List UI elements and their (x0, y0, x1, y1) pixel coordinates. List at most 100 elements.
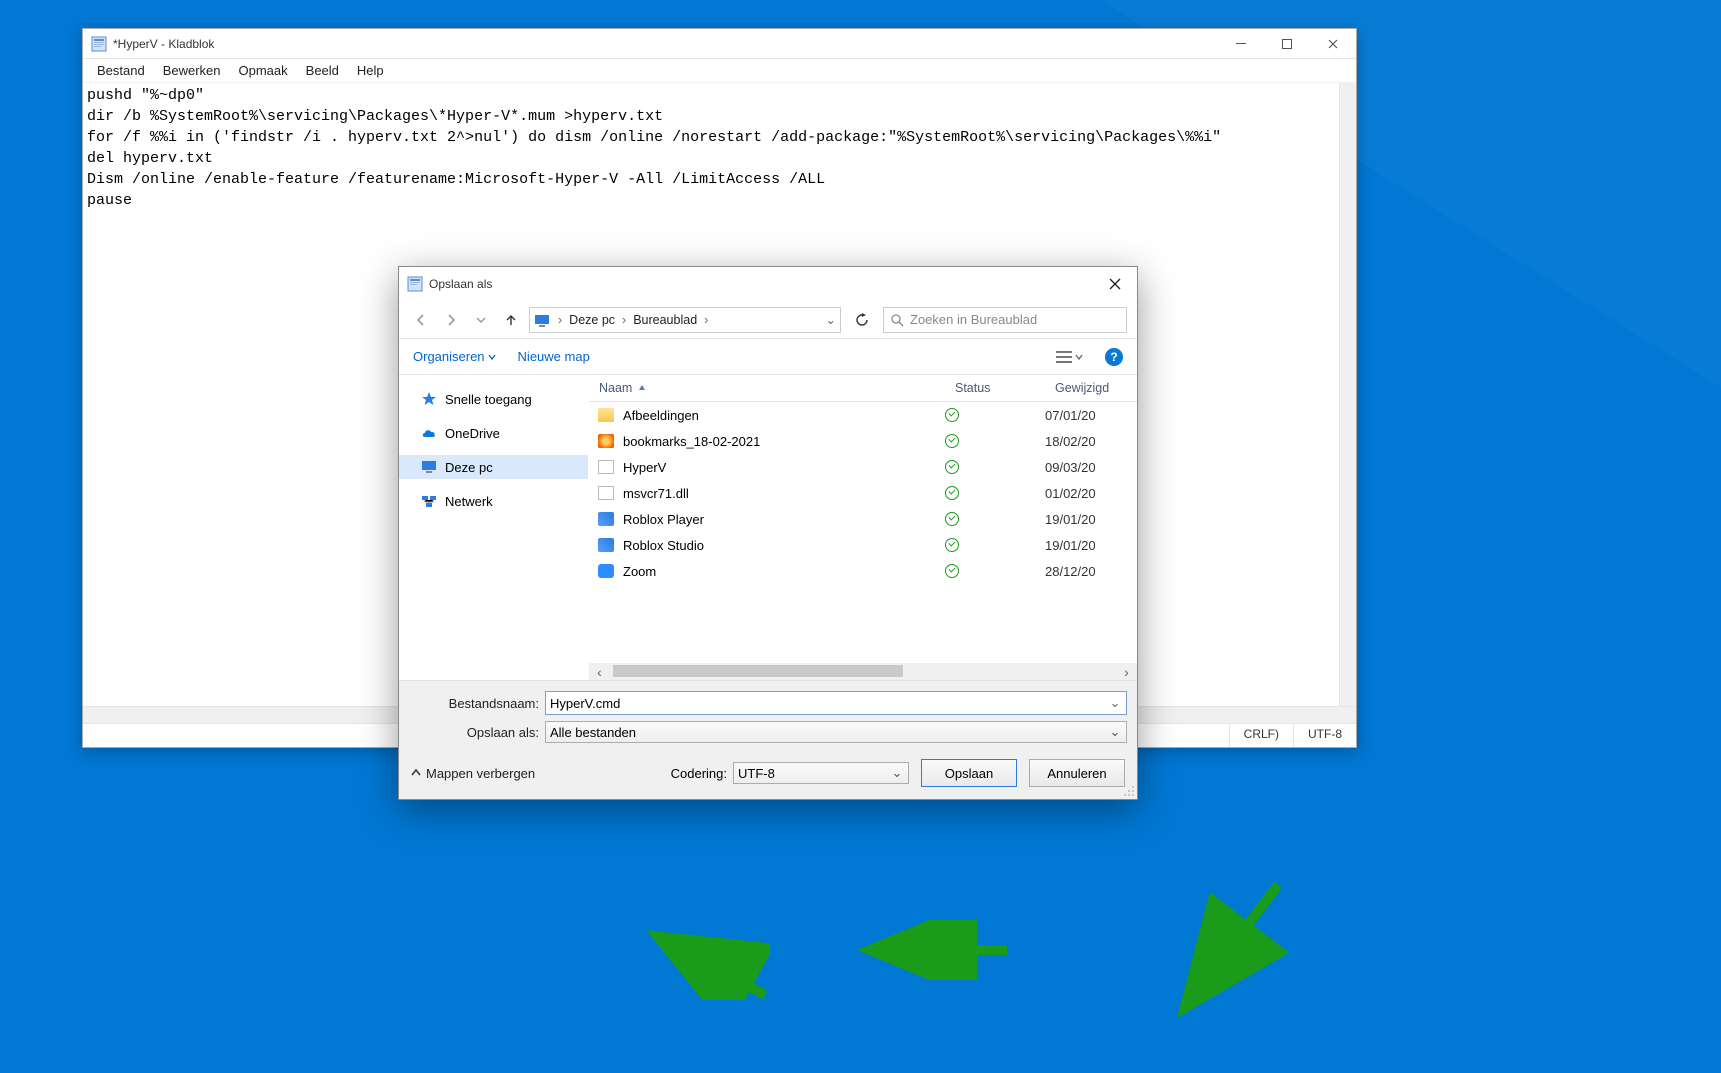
filename-input[interactable]: ⌄ (545, 691, 1127, 715)
status-encoding: UTF-8 (1293, 724, 1356, 747)
encoding-label: Codering: (671, 766, 727, 781)
file-row[interactable]: Afbeeldingen 07/01/20 (589, 402, 1137, 428)
chevron-right-icon[interactable]: › (554, 313, 566, 327)
chevron-down-icon[interactable]: ⌄ (822, 312, 840, 327)
hide-folders-button[interactable]: Mappen verbergen (411, 766, 535, 781)
chevron-right-icon[interactable]: › (618, 313, 630, 327)
file-name: bookmarks_18-02-2021 (623, 434, 945, 449)
file-date: 07/01/20 (1045, 408, 1137, 423)
sync-ok-icon (945, 538, 959, 552)
file-name: msvcr71.dll (623, 486, 945, 501)
file-date: 19/01/20 (1045, 512, 1137, 527)
sync-ok-icon (945, 486, 959, 500)
saveas-close-button[interactable] (1093, 267, 1137, 301)
notepad-titlebar[interactable]: *HyperV - Kladblok (83, 29, 1356, 59)
thispc-icon (421, 459, 437, 475)
saveas-titlebar[interactable]: Opslaan als (399, 267, 1137, 301)
star-icon (421, 391, 437, 407)
menu-file[interactable]: Bestand (89, 61, 153, 80)
file-status (945, 408, 1045, 422)
sync-ok-icon (945, 460, 959, 474)
col-name[interactable]: Naam (599, 381, 632, 395)
file-name: Roblox Player (623, 512, 945, 527)
refresh-button[interactable] (847, 307, 877, 333)
file-row[interactable]: Zoom28/12/20 (589, 558, 1137, 584)
chevron-down-icon: ⌄ (888, 763, 906, 783)
breadcrumb-desktop[interactable]: Bureaublad (630, 313, 700, 327)
close-button[interactable] (1310, 29, 1356, 59)
sync-ok-icon (945, 408, 959, 422)
nav-up-button[interactable] (499, 308, 523, 332)
file-row[interactable]: HyperV 09/03/20 (589, 454, 1137, 480)
file-row[interactable]: bookmarks_18-02-202118/02/20 (589, 428, 1137, 454)
breadcrumb[interactable]: › Deze pc › Bureaublad › ⌄ (529, 307, 841, 333)
roblox-icon (598, 512, 614, 526)
file-row[interactable]: msvcr71.dll 01/02/20 (589, 480, 1137, 506)
cloud-icon (421, 425, 437, 441)
col-status[interactable]: Status (945, 375, 1045, 401)
saveas-title: Opslaan als (429, 277, 492, 291)
thispc-icon (534, 313, 550, 327)
nav-back-button[interactable] (409, 308, 433, 332)
file-status (945, 564, 1045, 578)
new-folder-button[interactable]: Nieuwe map (518, 349, 590, 364)
savetype-label: Opslaan als: (409, 725, 545, 740)
tree-quick-access[interactable]: Snelle toegang (399, 387, 588, 411)
maximize-button[interactable] (1264, 29, 1310, 59)
file-date: 01/02/20 (1045, 486, 1137, 501)
sort-asc-icon (638, 384, 646, 392)
file-name: Roblox Studio (623, 538, 945, 553)
view-button[interactable] (1056, 350, 1083, 364)
col-modified[interactable]: Gewijzigd (1045, 375, 1137, 401)
notepad-textarea[interactable]: pushd "%~dp0" dir /b %SystemRoot%\servic… (87, 85, 1352, 211)
file-date: 09/03/20 (1045, 460, 1137, 475)
file-name: Afbeeldingen (623, 408, 945, 423)
file-status (945, 434, 1045, 448)
file-icon (598, 486, 614, 500)
vertical-scrollbar[interactable] (1339, 83, 1356, 706)
file-status (945, 460, 1045, 474)
notepad-icon (407, 276, 423, 292)
filename-label: Bestandsnaam: (409, 696, 545, 711)
saveas-bottom: Mappen verbergen Codering: UTF-8 ⌄ Opsla… (399, 749, 1137, 799)
nav-forward-button[interactable] (439, 308, 463, 332)
nav-history-button[interactable] (469, 308, 493, 332)
saveas-fields: Bestandsnaam: ⌄ Opslaan als: Alle bestan… (399, 680, 1137, 749)
file-row[interactable]: Roblox Studio 19/01/20 (589, 532, 1137, 558)
search-input[interactable]: Zoeken in Bureaublad (883, 307, 1127, 333)
cancel-button[interactable]: Annuleren (1029, 759, 1125, 787)
file-icon (598, 460, 614, 474)
file-name: HyperV (623, 460, 945, 475)
notepad-menubar: Bestand Bewerken Opmaak Beeld Help (83, 59, 1356, 83)
savetype-select[interactable]: Alle bestanden ⌄ (545, 721, 1127, 743)
resize-grip-icon[interactable] (1123, 785, 1135, 797)
chevron-down-icon (488, 353, 496, 361)
file-list: Naam Status Gewijzigd Afbeeldingen 07/01/… (589, 375, 1137, 680)
encoding-select[interactable]: UTF-8 ⌄ (733, 762, 909, 784)
minimize-button[interactable] (1218, 29, 1264, 59)
breadcrumb-thispc[interactable]: Deze pc (566, 313, 618, 327)
tree-onedrive[interactable]: OneDrive (399, 421, 588, 445)
tree-this-pc[interactable]: Deze pc (399, 455, 588, 479)
organize-button[interactable]: Organiseren (413, 349, 496, 364)
file-date: 19/01/20 (1045, 538, 1137, 553)
list-header[interactable]: Naam Status Gewijzigd (589, 375, 1137, 402)
menu-help[interactable]: Help (349, 61, 392, 80)
folder-icon (598, 408, 614, 422)
sync-ok-icon (945, 434, 959, 448)
save-button[interactable]: Opslaan (921, 759, 1017, 787)
menu-edit[interactable]: Bewerken (155, 61, 229, 80)
zoom-icon (598, 564, 614, 578)
help-button[interactable]: ? (1105, 348, 1123, 366)
file-status (945, 486, 1045, 500)
file-row[interactable]: Roblox Player 19/01/20 (589, 506, 1137, 532)
chevron-right-icon[interactable]: › (700, 313, 712, 327)
tree-network[interactable]: Netwerk (399, 489, 588, 513)
menu-format[interactable]: Opmaak (231, 61, 296, 80)
notepad-icon (91, 36, 107, 52)
annotation-arrow (852, 920, 1012, 980)
file-name: Zoom (623, 564, 945, 579)
menu-view[interactable]: Beeld (298, 61, 347, 80)
chevron-down-icon[interactable]: ⌄ (1106, 694, 1124, 712)
file-list-hscroll[interactable] (589, 663, 1137, 680)
